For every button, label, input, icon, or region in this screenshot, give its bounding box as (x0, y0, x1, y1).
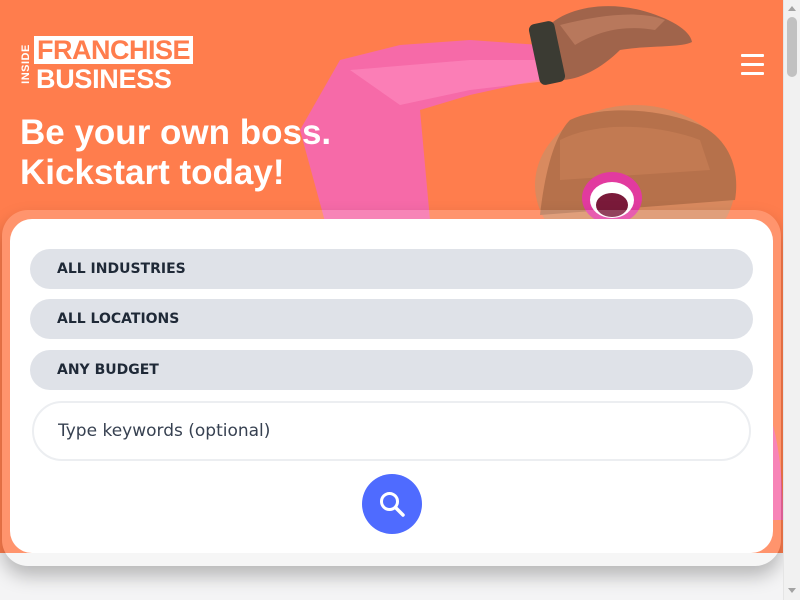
logo-inside-text-wrap: INSIDE (19, 36, 33, 92)
hamburger-line (741, 54, 764, 57)
hamburger-line (741, 63, 764, 66)
hamburger-menu-icon[interactable] (741, 54, 764, 76)
page-scrollbar[interactable] (783, 0, 800, 600)
hero-headline: Be your own boss. Kickstart today! (20, 113, 440, 193)
logo-inside-text: INSIDE (20, 44, 32, 84)
location-select[interactable]: ALL LOCATIONS (30, 299, 753, 339)
search-button[interactable] (362, 474, 422, 534)
search-icon (380, 492, 405, 517)
logo-franchise-text: FRANCHISE (34, 36, 194, 64)
site-logo[interactable]: INSIDE FRANCHISE BUSINESS (19, 36, 204, 94)
industry-select[interactable]: ALL INDUSTRIES (30, 249, 753, 289)
scroll-up-arrow-icon[interactable] (788, 6, 796, 11)
headline-line-1: Be your own boss. (20, 113, 332, 152)
scroll-down-arrow-icon[interactable] (788, 588, 796, 593)
search-card: ALL INDUSTRIES ALL LOCATIONS ANY BUDGET (10, 219, 773, 553)
hamburger-line (741, 72, 764, 75)
budget-select[interactable]: ANY BUDGET (30, 350, 753, 390)
logo-business-text: BUSINESS (36, 64, 172, 94)
keyword-input[interactable] (32, 401, 751, 461)
scrollbar-thumb[interactable] (787, 17, 797, 77)
headline-line-2: Kickstart today! (20, 153, 285, 192)
page: INSIDE FRANCHISE BUSINESS Be your own bo… (0, 0, 783, 600)
